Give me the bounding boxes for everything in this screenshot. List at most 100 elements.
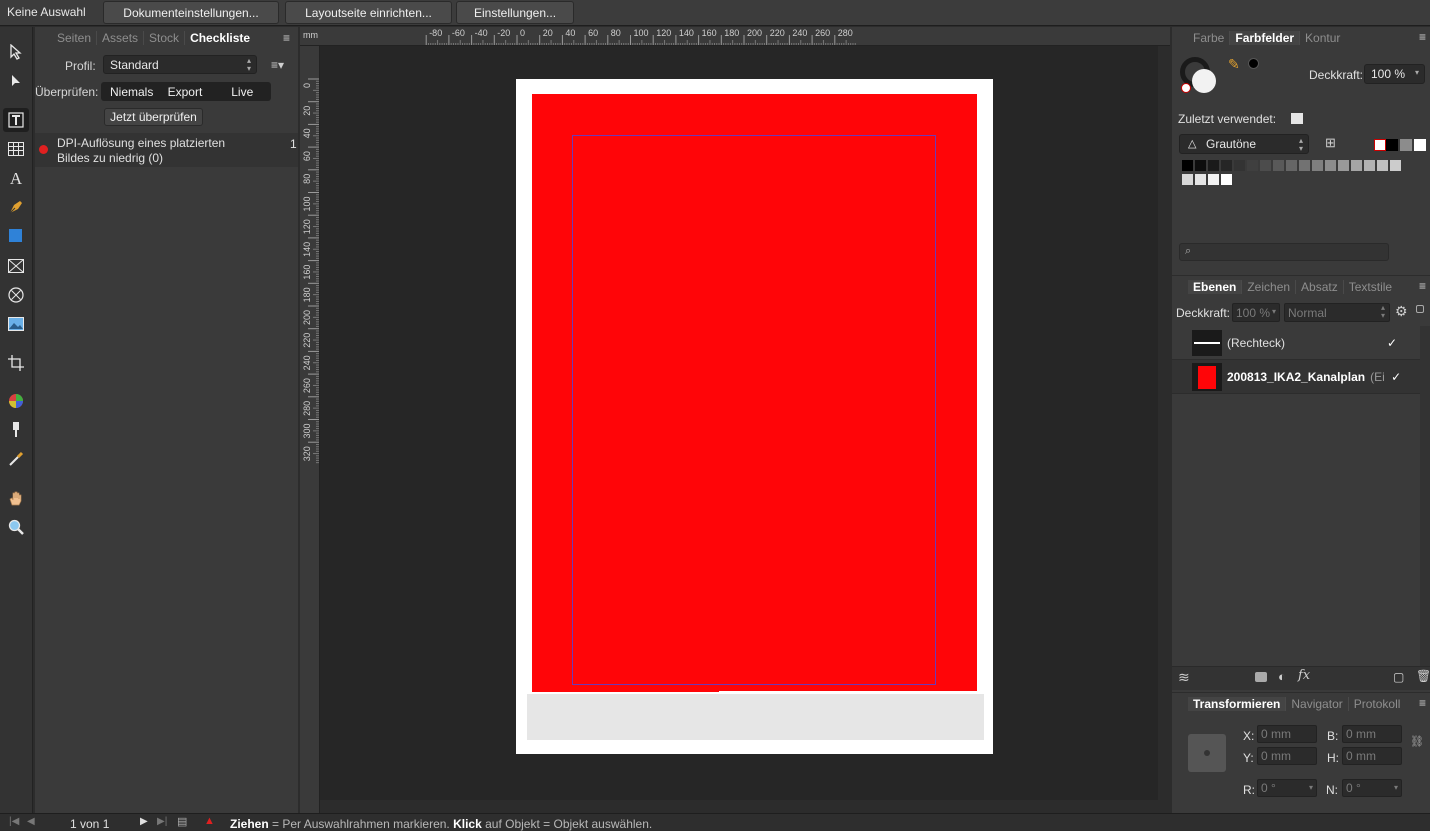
vertical-ruler[interactable]: 0 20 40 60 80 100 120 140 160 180 200 220 240 260 280 3… (300, 46, 320, 813)
swatch[interactable] (1390, 160, 1401, 171)
new-layer-icon[interactable]: ▢ (1393, 670, 1404, 684)
previous-page-icon[interactable]: ◀ (27, 816, 35, 827)
recent-swatch[interactable] (1291, 113, 1303, 124)
layer-opacity-field[interactable]: 100 % ▾ (1232, 303, 1280, 322)
node-tool-icon[interactable] (3, 69, 29, 93)
bottom-rectangle[interactable] (527, 694, 984, 740)
layer-row-image[interactable]: 200813_IKA2_Kanalplan (Ei ✓ (1172, 360, 1420, 394)
color-panel-menu-icon[interactable]: ≡ (1419, 30, 1426, 44)
spread-view-icon[interactable]: ▤ (177, 815, 187, 828)
tab-pages[interactable]: Seiten (52, 31, 98, 45)
picture-frame-tool-icon[interactable] (3, 254, 29, 278)
tab-swatches[interactable]: Farbfelder (1230, 31, 1301, 45)
none-swatch-icon[interactable] (1374, 139, 1386, 151)
list-item[interactable]: DPI-Auflösung eines platzierten Bildes z… (35, 133, 298, 167)
check-option-export[interactable]: Export (168, 85, 226, 99)
tab-assets[interactable]: Assets (97, 31, 145, 45)
swatch[interactable] (1273, 160, 1284, 171)
opacity-field[interactable]: 100 % ▾ (1364, 64, 1425, 84)
layers-menu-icon[interactable]: ≡ (1419, 279, 1426, 293)
swatch[interactable] (1351, 160, 1362, 171)
move-tool-icon[interactable] (3, 40, 29, 64)
swatch[interactable] (1312, 160, 1323, 171)
next-page-icon[interactable]: ▶ (140, 816, 148, 827)
panel-menu-icon[interactable]: ≡ (283, 31, 290, 45)
document-page[interactable] (516, 79, 993, 754)
rotation-field[interactable]: 0 ° ▾ (1257, 779, 1317, 797)
layer-row-rectangle[interactable]: (Rechteck) ✓ (1172, 326, 1420, 360)
black-swatch[interactable] (1386, 139, 1398, 151)
check-now-button[interactable]: Jetzt überprüfen (104, 108, 203, 126)
swatch[interactable] (1182, 160, 1193, 171)
swatch[interactable] (1221, 174, 1232, 185)
add-swatch-icon[interactable]: ⊞ (1325, 135, 1336, 151)
swatch-grid[interactable] (1182, 160, 1412, 188)
profile-select[interactable]: Standard ▴ ▾ (103, 55, 257, 74)
anchor-point-selector[interactable] (1188, 734, 1226, 772)
tab-paragraph[interactable]: Absatz (1296, 280, 1344, 294)
tab-transform[interactable]: Transformieren (1188, 697, 1287, 711)
swatch[interactable] (1338, 160, 1349, 171)
vertical-scrollbar[interactable] (1158, 46, 1172, 813)
fill-tool-icon[interactable] (3, 418, 29, 442)
white-swatch[interactable] (1414, 139, 1426, 151)
crop-tool-icon[interactable] (3, 351, 29, 375)
tab-stroke[interactable]: Kontur (1300, 31, 1345, 45)
layer-visibility-check[interactable]: ✓ (1391, 370, 1401, 384)
layout-page-setup-button[interactable]: Layoutseite einrichten... (285, 1, 452, 24)
gear-icon[interactable]: ⚙ (1395, 303, 1408, 320)
link-icon[interactable]: ⛓ (1410, 735, 1424, 748)
adjustment-icon[interactable]: ◐ (1278, 669, 1286, 684)
zoom-tool-icon[interactable] (3, 515, 29, 539)
color-picker-tool-icon[interactable] (3, 389, 29, 413)
effects-icon[interactable]: fx (1298, 668, 1310, 683)
swatch[interactable] (1208, 174, 1219, 185)
transform-menu-icon[interactable]: ≡ (1419, 696, 1426, 710)
tab-character[interactable]: Zeichen (1242, 280, 1297, 294)
frame-text-tool-icon[interactable] (3, 108, 29, 132)
delete-layer-icon[interactable]: 🗑 (1416, 669, 1430, 683)
swatch-search-input[interactable]: ⌕ (1179, 243, 1389, 261)
x-field[interactable]: 0 mm (1257, 725, 1317, 743)
b-field[interactable]: 0 mm (1342, 725, 1402, 743)
tab-navigator[interactable]: Navigator (1286, 697, 1349, 711)
eyedropper-tool-icon[interactable] (3, 447, 29, 471)
artistic-text-tool-icon[interactable]: A (3, 167, 29, 191)
tab-stock[interactable]: Stock (144, 31, 186, 45)
swatch[interactable] (1364, 160, 1375, 171)
tab-color[interactable]: Farbe (1188, 31, 1231, 45)
swatch[interactable] (1195, 174, 1206, 185)
no-color-icon[interactable] (1181, 83, 1191, 93)
swatch[interactable] (1247, 160, 1258, 171)
swatch[interactable] (1377, 160, 1388, 171)
check-option-never[interactable]: Niemals (110, 85, 168, 99)
rectangle-tool-icon[interactable] (3, 224, 29, 248)
ellipse-frame-tool-icon[interactable] (3, 283, 29, 307)
hand-tool-icon[interactable] (3, 486, 29, 510)
swatch[interactable] (1182, 174, 1193, 185)
gray-swatch[interactable] (1400, 139, 1412, 151)
tab-layers[interactable]: Ebenen (1188, 280, 1243, 294)
horizontal-scrollbar[interactable] (320, 800, 1158, 813)
place-image-tool-icon[interactable] (3, 312, 29, 336)
layer-visibility-check[interactable]: ✓ (1387, 336, 1397, 350)
palette-select[interactable]: △ Grautöne ▴ ▾ (1179, 134, 1309, 154)
lock-icon[interactable] (1416, 305, 1424, 313)
horizontal-ruler[interactable]: mm -80 -60 -40 -20 0 20 40 60 80 100 120 140 160 180 2… (300, 27, 1170, 46)
swatch[interactable] (1221, 160, 1232, 171)
mask-icon[interactable] (1255, 672, 1267, 682)
tab-checklist[interactable]: Checkliste (185, 31, 255, 45)
layers-scrollbar[interactable] (1420, 326, 1430, 666)
fill-color-icon[interactable] (1192, 69, 1216, 93)
h-field[interactable]: 0 mm (1342, 747, 1402, 765)
pen-tool-icon[interactable] (3, 195, 29, 219)
shear-field[interactable]: 0 ° ▾ (1342, 779, 1402, 797)
swatch[interactable] (1195, 160, 1206, 171)
y-field[interactable]: 0 mm (1257, 747, 1317, 765)
swatch[interactable] (1208, 160, 1219, 171)
swatch[interactable] (1260, 160, 1271, 171)
layers-stack-icon[interactable]: ≋ (1178, 669, 1190, 686)
profile-menu-icon[interactable]: ≡▾ (271, 58, 284, 72)
table-tool-icon[interactable] (3, 137, 29, 161)
tab-history[interactable]: Protokoll (1349, 697, 1406, 711)
